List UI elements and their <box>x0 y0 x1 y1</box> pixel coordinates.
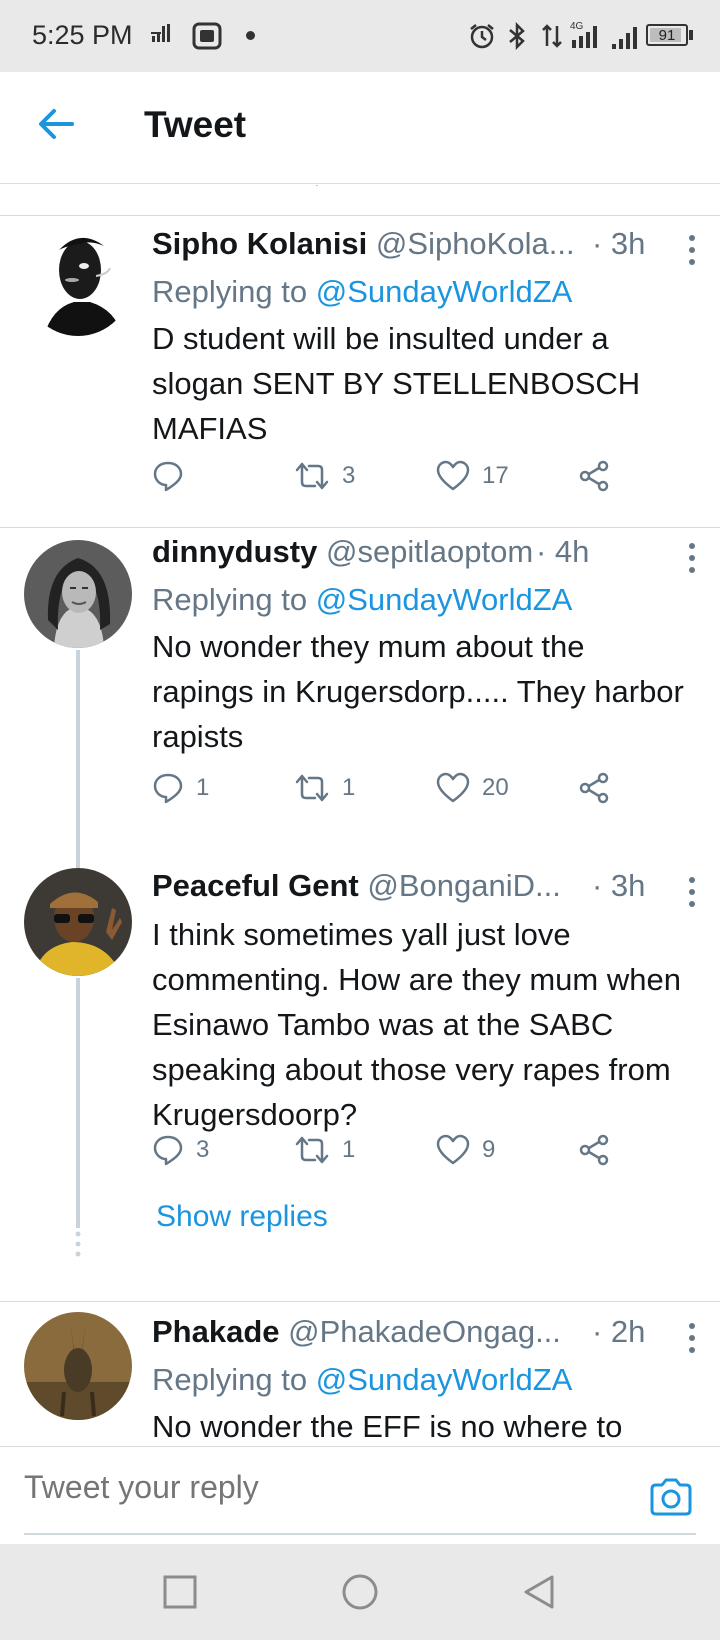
reply-button[interactable]: 3 <box>152 1130 209 1170</box>
input-underline <box>24 1533 696 1535</box>
like-count: 20 <box>482 774 509 801</box>
speech-bubble-icon <box>153 773 183 804</box>
speech-bubble-icon <box>153 1135 183 1166</box>
reply-tweet[interactable]: Sipho Kolanisi @SiphoKola... · 3h Replyi… <box>0 216 720 527</box>
mention-link[interactable]: @SundayWorldZA <box>316 274 573 309</box>
home-circle-icon[interactable] <box>340 1572 380 1612</box>
retweet-count: 1 <box>342 1136 356 1163</box>
camera-icon[interactable] <box>648 1477 694 1517</box>
user-handle[interactable]: @BonganiD... <box>367 868 560 903</box>
retweet-count: 3 <box>342 462 356 489</box>
notification-dot <box>246 31 255 40</box>
thread-line <box>76 978 80 1228</box>
share-icon <box>579 772 609 804</box>
tweet-actions: 1 1 20 <box>152 768 632 812</box>
display-name[interactable]: Sipho Kolanisi <box>152 226 367 261</box>
back-arrow-icon[interactable] <box>34 102 78 146</box>
signal-activity-icon <box>151 24 170 42</box>
signal-icon <box>612 27 637 49</box>
recents-square-icon[interactable] <box>160 1572 200 1612</box>
share-button[interactable] <box>578 768 610 808</box>
reply-tweet[interactable]: Phakade @PhakadeOngag... · 2h Replying t… <box>0 1302 720 1445</box>
retweet-icon <box>295 774 329 802</box>
heart-icon <box>436 772 470 803</box>
more-options-icon[interactable] <box>678 874 706 910</box>
more-options-icon[interactable] <box>678 232 706 268</box>
avatar[interactable] <box>24 228 132 336</box>
speech-bubble-icon <box>153 461 183 492</box>
alarm-icon <box>470 24 494 49</box>
user-handle[interactable]: @SiphoKola... <box>376 226 575 261</box>
retweet-icon <box>295 1136 329 1164</box>
reply-input[interactable] <box>24 1469 604 1506</box>
share-button[interactable] <box>578 1130 610 1170</box>
like-button[interactable]: 9 <box>436 1130 495 1170</box>
avatar[interactable] <box>24 1312 132 1420</box>
reply-count: 3 <box>196 1136 210 1163</box>
clipped-action-row <box>316 185 318 186</box>
reply-tweet[interactable]: dinnydusty @sepitlaoptom · 4h Replying t… <box>0 528 720 868</box>
user-handle[interactable]: @PhakadeOngag... <box>288 1314 561 1349</box>
reply-count: 1 <box>196 774 210 801</box>
battery-indicator: 91 <box>646 24 688 46</box>
mention-link[interactable]: @SundayWorldZA <box>316 1362 573 1397</box>
thread-line <box>76 650 80 868</box>
heart-icon <box>436 1134 470 1165</box>
more-options-icon[interactable] <box>678 540 706 576</box>
replies-feed[interactable]: Sipho Kolanisi @SiphoKola... · 3h Replyi… <box>0 185 720 1445</box>
replying-to: Replying to @SundayWorldZA <box>152 582 573 617</box>
back-triangle-icon[interactable] <box>520 1572 560 1612</box>
app-header: Tweet <box>0 72 720 184</box>
retweet-button[interactable]: 3 <box>294 456 355 496</box>
avatar[interactable] <box>24 868 132 976</box>
tweet-text: No wonder they mum about the rapings in … <box>152 629 684 754</box>
tweet-text: I think sometimes yall just love comment… <box>152 917 681 1132</box>
tweet-time: · 2h <box>592 1314 646 1349</box>
display-name[interactable]: dinnydusty <box>152 534 317 569</box>
tweet-time: · 3h <box>592 868 646 903</box>
page-title: Tweet <box>144 104 247 145</box>
show-replies-link[interactable]: Show replies <box>156 1200 328 1234</box>
status-time: 5:25 PM <box>32 20 133 50</box>
user-handle[interactable]: @sepitlaoptom <box>326 534 533 569</box>
reply-button[interactable] <box>152 456 196 496</box>
retweet-button[interactable]: 1 <box>294 768 355 808</box>
retweet-count: 1 <box>342 774 356 801</box>
system-nav-bar <box>0 1544 720 1640</box>
like-button[interactable]: 20 <box>436 768 509 808</box>
like-button[interactable]: 17 <box>436 456 509 496</box>
reply-tweet[interactable]: Peaceful Gent @BonganiD... · 3h I think … <box>0 868 720 1257</box>
share-icon <box>579 1134 609 1166</box>
tweet-time: · 3h <box>592 226 646 261</box>
signal-4g-icon: 4G <box>570 21 597 48</box>
share-icon <box>579 460 609 492</box>
screenshot-icon <box>192 22 222 50</box>
more-options-icon[interactable] <box>678 1320 706 1356</box>
reply-button[interactable]: 1 <box>152 768 209 808</box>
mention-link[interactable]: @SundayWorldZA <box>316 582 573 617</box>
retweet-icon <box>295 462 329 490</box>
replying-to: Replying to @SundayWorldZA <box>152 1362 573 1397</box>
thread-continuation-dots <box>75 1231 81 1257</box>
avatar[interactable] <box>24 540 132 648</box>
display-name[interactable]: Phakade <box>152 1314 280 1349</box>
like-count: 9 <box>482 1136 496 1163</box>
tweet-text: D student will be insulted under a sloga… <box>152 321 641 446</box>
tweet-actions: 3 17 <box>152 456 632 500</box>
replying-to: Replying to @SundayWorldZA <box>152 274 573 309</box>
reply-composer <box>0 1446 720 1544</box>
retweet-button[interactable]: 1 <box>294 1130 355 1170</box>
tweet-time: · 4h <box>536 534 590 569</box>
bluetooth-icon <box>509 22 525 50</box>
like-count: 17 <box>482 462 509 489</box>
tweet-text: No wonder the EFF is no where to <box>152 1409 623 1444</box>
status-bar: 5:25 PM 4G 91 <box>0 0 720 72</box>
svg-text:4G: 4G <box>570 21 584 32</box>
tweet-actions: 3 1 9 <box>152 1130 632 1174</box>
data-transfer-icon <box>542 24 562 48</box>
heart-icon <box>436 460 470 491</box>
share-button[interactable] <box>578 456 610 496</box>
display-name[interactable]: Peaceful Gent <box>152 868 359 903</box>
